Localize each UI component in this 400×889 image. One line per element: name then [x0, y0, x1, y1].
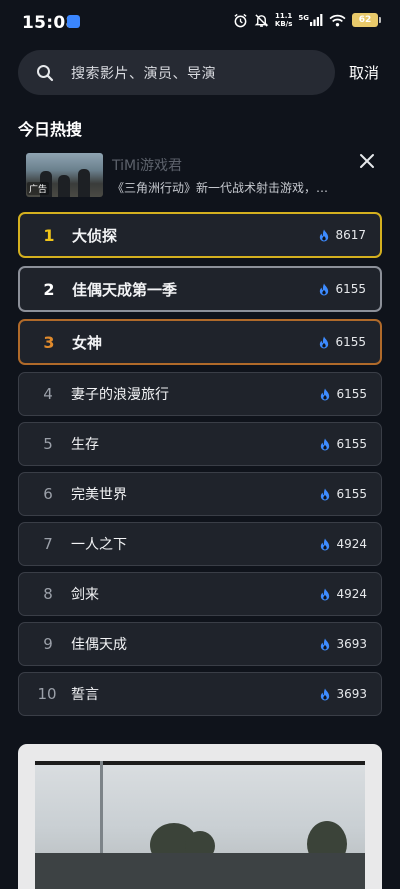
search-input[interactable]: 搜索影片、演员、导演 — [18, 50, 335, 95]
hot-title: 完美世界 — [71, 487, 127, 503]
hot-count: 4924 — [319, 537, 367, 551]
flame-icon — [319, 687, 331, 701]
signal-icon — [310, 14, 323, 26]
hot-count: 6155 — [319, 437, 367, 451]
hot-title: 大侦探 — [72, 226, 118, 245]
hot-count: 6155 — [318, 282, 366, 296]
signal-label: 5G — [298, 14, 309, 22]
hot-item[interactable]: 2 佳偶天成第一季 6155 — [18, 266, 382, 312]
hot-count: 6155 — [319, 487, 367, 501]
flame-icon — [319, 387, 331, 401]
hot-item[interactable]: 3 女神 6155 — [18, 319, 382, 365]
flame-icon — [318, 282, 330, 296]
flame-icon — [319, 487, 331, 501]
hot-rank: 6 — [43, 485, 53, 503]
hot-rank: 5 — [43, 435, 53, 453]
hot-item[interactable]: 6 完美世界 6155 — [18, 472, 382, 516]
ad-thumbnail[interactable]: 广告 — [26, 153, 103, 197]
hot-title: 佳偶天成 — [71, 637, 127, 653]
status-bar: 15:08 11.1 KB/s 5G 62 — [0, 0, 400, 46]
flame-icon — [319, 437, 331, 451]
hot-rank: 10 — [37, 685, 57, 703]
hot-item[interactable]: 7 一人之下 4924 — [18, 522, 382, 566]
alarm-icon — [234, 13, 247, 27]
hot-count: 6155 — [318, 335, 366, 349]
hot-count: 4924 — [319, 587, 367, 601]
hot-rank: 1 — [43, 225, 55, 245]
hot-item[interactable]: 4 妻子的浪漫旅行 6155 — [18, 372, 382, 416]
battery-indicator: 62 — [352, 13, 381, 27]
ad-description[interactable]: 《三角洲行动》新一代战术射击游戏，… — [112, 179, 352, 196]
flame-icon — [319, 587, 331, 601]
bell-off-icon — [254, 13, 269, 27]
hot-count: 3693 — [319, 687, 367, 701]
hot-item[interactable]: 9 佳偶天成 3693 — [18, 622, 382, 666]
hot-title: 女神 — [72, 333, 103, 352]
hot-title: 生存 — [71, 437, 99, 453]
video-card[interactable] — [18, 744, 382, 889]
hot-rank: 9 — [43, 635, 53, 653]
hot-title: 一人之下 — [71, 537, 127, 553]
close-icon[interactable] — [357, 151, 377, 171]
search-placeholder: 搜索影片、演员、导演 — [71, 65, 216, 82]
ad-name[interactable]: TiMi游戏君 — [112, 155, 182, 175]
hot-count: 6155 — [319, 387, 367, 401]
wifi-icon — [329, 14, 346, 26]
hot-rank: 2 — [43, 279, 55, 299]
hot-count: 3693 — [319, 637, 367, 651]
hot-rank: 3 — [43, 332, 55, 352]
hot-item[interactable]: 10 誓言 3693 — [18, 672, 382, 716]
hot-item[interactable]: 5 生存 6155 — [18, 422, 382, 466]
hot-title: 佳偶天成第一季 — [72, 280, 178, 299]
cancel-button[interactable]: 取消 — [349, 62, 379, 83]
video-thumbnail[interactable] — [35, 761, 365, 889]
hot-search-title: 今日热搜 — [18, 120, 83, 139]
flame-icon — [319, 637, 331, 651]
flame-icon — [318, 228, 330, 242]
search-icon — [36, 64, 54, 82]
hot-rank: 4 — [43, 385, 53, 403]
hot-count: 8617 — [318, 228, 366, 242]
status-icons: 11.1 KB/s 5G 62 — [233, 12, 381, 28]
hot-rank: 8 — [43, 585, 53, 603]
hot-item[interactable]: 8 剑来 4924 — [18, 572, 382, 616]
hot-rank: 7 — [43, 535, 53, 553]
net-speed: 11.1 KB/s — [274, 12, 293, 28]
hot-title: 剑来 — [71, 587, 99, 603]
flame-icon — [319, 537, 331, 551]
hot-title: 誓言 — [71, 687, 99, 703]
signal-indicator: 5G — [298, 14, 323, 26]
app-notification-icon — [67, 15, 80, 28]
hot-title: 妻子的浪漫旅行 — [71, 387, 169, 403]
flame-icon — [318, 335, 330, 349]
ad-tag: 广告 — [27, 182, 50, 195]
hot-item[interactable]: 1 大侦探 8617 — [18, 212, 382, 258]
